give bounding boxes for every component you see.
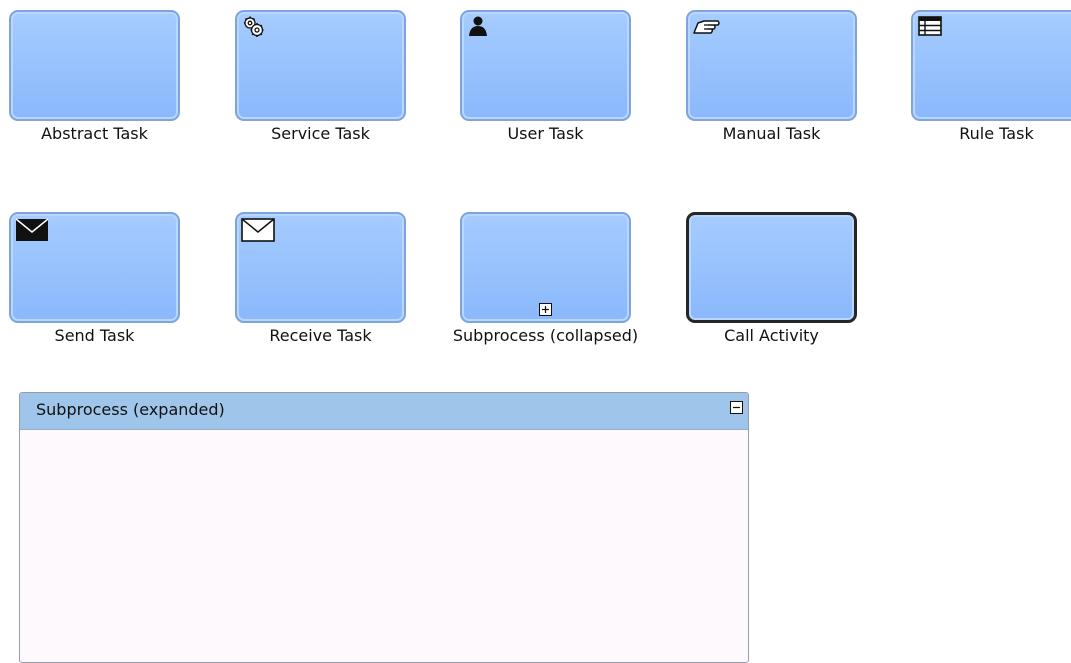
user-task-label: User Task [507,124,584,143]
gear-icon [241,15,267,39]
minus-square-icon[interactable] [730,401,743,414]
manual-task[interactable] [686,10,857,121]
send-task[interactable] [9,212,180,323]
rule-task-label: Rule Task [959,124,1034,143]
user-task[interactable] [460,10,631,121]
receive-task-label: Receive Task [269,326,372,345]
call-activity[interactable] [686,212,857,323]
subprocess-collapsed-label: Subprocess (collapsed) [452,326,639,345]
envelope-filled-icon [14,217,50,245]
hand-icon [692,15,722,39]
send-task-label: Send Task [54,326,135,345]
abstract-task[interactable] [9,10,180,121]
envelope-outline-icon [240,217,276,245]
service-task-label: Service Task [271,124,370,143]
subprocess-collapsed[interactable] [460,212,631,323]
manual-task-label: Manual Task [722,124,821,143]
user-icon [466,15,492,39]
table-icon [917,15,943,39]
receive-task[interactable] [235,212,406,323]
subprocess-expanded-header: Subprocess (expanded) [20,393,748,430]
abstract-task-label: Abstract Task [41,124,148,143]
plus-square-icon[interactable] [539,303,552,316]
call-activity-label: Call Activity [724,326,819,345]
subprocess-expanded[interactable]: Subprocess (expanded) [19,392,749,663]
subprocess-expanded-title: Subprocess (expanded) [36,400,225,419]
service-task[interactable] [235,10,406,121]
rule-task[interactable] [911,10,1071,121]
